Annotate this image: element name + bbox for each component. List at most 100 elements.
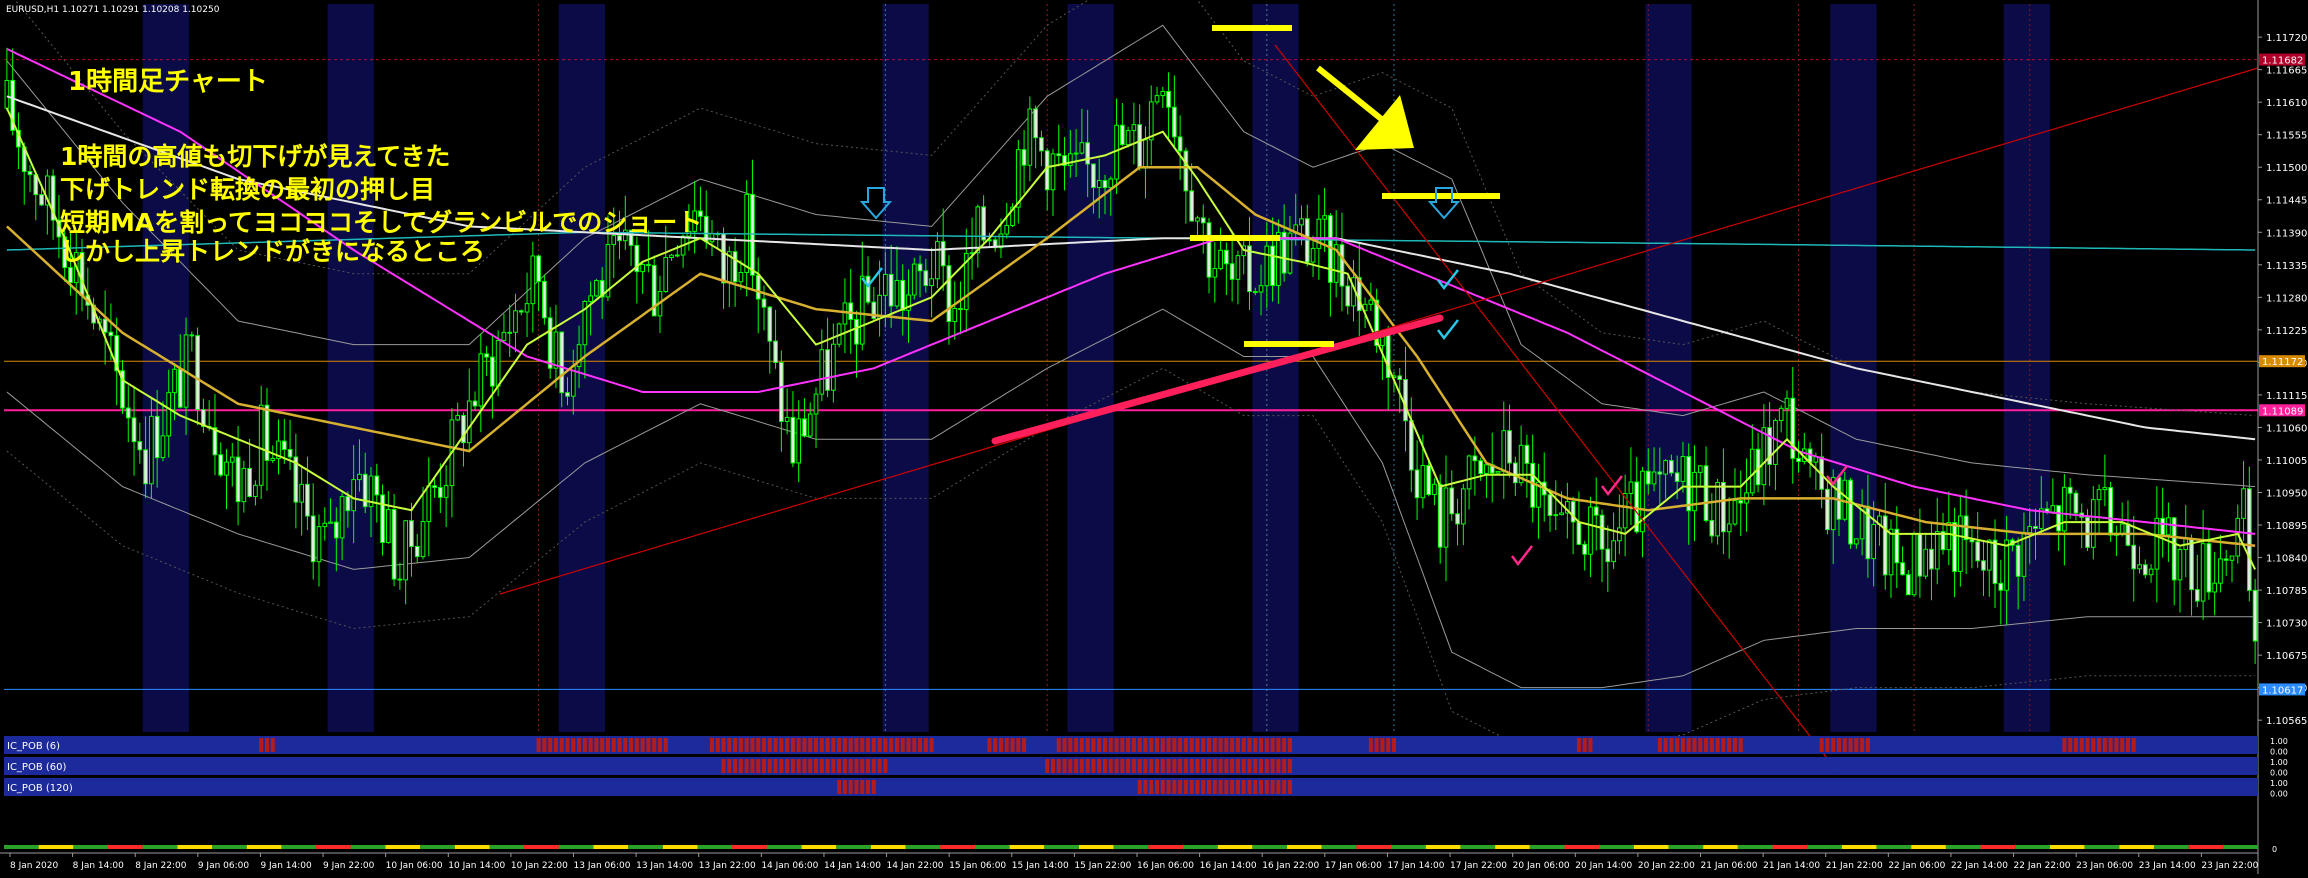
price-chart[interactable]: 1.11720 1.11665 1.11610 1.11555 1.11500 1.114… — [0, 0, 2308, 874]
pob-bar — [1085, 738, 1090, 752]
pob-bar — [1166, 738, 1171, 752]
candle-body — [1599, 514, 1605, 550]
candle-body — [241, 467, 247, 503]
candle-body — [594, 280, 599, 297]
pob-bar — [1183, 738, 1188, 752]
candle-body — [1015, 149, 1021, 208]
pob-bar — [883, 759, 888, 773]
pob-bar — [998, 738, 1003, 752]
candle-body — [2241, 488, 2246, 519]
pob-bar — [738, 738, 743, 752]
pob-bar — [831, 759, 836, 773]
pob-bar — [906, 738, 911, 752]
candle-body — [2050, 505, 2056, 513]
price-tick-label: 1.11005 — [2266, 456, 2307, 467]
candle-body — [1680, 456, 1686, 482]
candle-body — [2160, 517, 2165, 536]
candle-body — [1773, 420, 1778, 465]
candle-body — [750, 193, 755, 276]
candle-body — [958, 308, 963, 311]
candle-body — [495, 339, 501, 387]
pob-bar — [1004, 738, 1009, 752]
pob-bar — [1224, 780, 1229, 794]
candle-body — [1460, 488, 1466, 525]
time-tick-label: 10 Jan 06:00 — [386, 861, 443, 871]
pob-bar — [1259, 738, 1264, 752]
candle-body — [2177, 548, 2183, 581]
pob-bar — [802, 738, 807, 752]
pob-bar — [854, 738, 859, 752]
candle-body — [310, 515, 316, 563]
candle-body — [322, 522, 328, 528]
pob-bar — [2085, 738, 2090, 752]
candle-body — [2246, 488, 2252, 591]
candle-body — [524, 303, 530, 313]
pob-bar — [860, 738, 865, 752]
time-tick-label: 8 Jan 14:00 — [73, 861, 125, 871]
candle-body — [1576, 521, 1582, 545]
candle-body — [923, 270, 929, 287]
candle-body — [1443, 487, 1449, 548]
candle-body — [328, 521, 333, 524]
pob-row-label: IC_POB (120) — [7, 783, 73, 794]
pob-bar — [600, 738, 605, 752]
pob-bar — [1137, 780, 1142, 794]
pob-bar — [1374, 738, 1379, 752]
pob-bar — [1189, 759, 1194, 773]
pob-bar — [2079, 738, 2084, 752]
pob-bar — [866, 780, 871, 794]
candle-body — [68, 267, 73, 284]
pob-bar — [1264, 738, 1269, 752]
pob-bar — [1709, 738, 1714, 752]
candle-body — [1195, 217, 1200, 222]
pob-bar — [842, 780, 847, 794]
time-tick-label: 22 Jan 22:00 — [2014, 861, 2071, 871]
candle-body — [1501, 430, 1507, 472]
candle-body — [345, 496, 351, 512]
pob-scale-label: 1.00 — [2270, 758, 2288, 767]
candle-body — [2171, 517, 2177, 581]
trend-strip-segment — [1841, 845, 1877, 849]
pob-bar — [1207, 738, 1212, 752]
candle-body — [1588, 506, 1593, 555]
pob-bar — [1842, 738, 1847, 752]
pob-scale-label: 0.00 — [2270, 790, 2288, 799]
candle-body — [1096, 180, 1102, 188]
trend-strip-segment — [1321, 845, 1357, 849]
trend-strip-segment — [142, 845, 178, 849]
candle-body — [2004, 539, 2009, 591]
time-tick-label: 23 Jan 14:00 — [2139, 861, 2196, 871]
time-tick-label: 14 Jan 22:00 — [887, 861, 944, 871]
trend-strip-segment — [38, 845, 74, 849]
candle-body — [1900, 562, 1905, 576]
candle-body — [2223, 558, 2229, 561]
candle-body — [565, 392, 570, 397]
pob-bar — [1264, 780, 1269, 794]
pob-bar — [1056, 759, 1061, 773]
candle-body — [2033, 525, 2038, 529]
candle-body — [1183, 150, 1189, 192]
pob-bar — [1079, 759, 1084, 773]
time-tick-label: 10 Jan 22:00 — [511, 861, 568, 871]
candle-body — [1888, 528, 1894, 576]
pob-bar — [1819, 738, 1824, 752]
pob-bar — [657, 738, 662, 752]
pob-bar — [1235, 738, 1240, 752]
candle-body — [2212, 582, 2218, 593]
trend-strip-segment — [870, 845, 906, 849]
candle-body — [646, 264, 651, 267]
candle-body — [125, 407, 131, 419]
pob-bar — [802, 759, 807, 773]
pob-bar — [1120, 738, 1125, 752]
pob-bar — [1235, 780, 1240, 794]
trend-strip-segment — [281, 845, 317, 849]
candle-body — [1021, 149, 1027, 166]
pob-bar — [663, 738, 668, 752]
trend-strip-segment — [766, 845, 802, 849]
pob-bar — [1062, 738, 1067, 752]
pob-bar — [1212, 759, 1217, 773]
pob-bar — [918, 738, 923, 752]
candle-body — [426, 485, 432, 523]
price-tick-label: 1.11335 — [2266, 261, 2307, 272]
trend-strip-segment — [1668, 845, 1704, 849]
